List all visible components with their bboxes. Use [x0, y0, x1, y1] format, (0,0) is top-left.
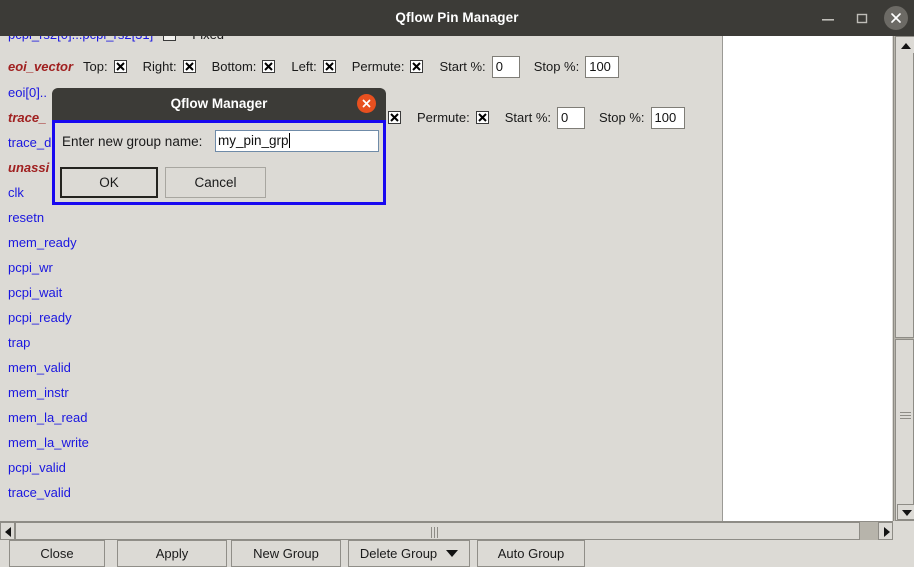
- window-title: Qflow Pin Manager: [395, 10, 519, 25]
- group-name-trace: trace_: [8, 110, 47, 125]
- list-item[interactable]: trace_valid: [8, 480, 71, 505]
- list-item[interactable]: mem_la_write: [8, 430, 89, 455]
- trace-start-percent-label: Start %:: [504, 110, 551, 125]
- group-name-prompt-label: Enter new group name:: [62, 134, 203, 149]
- pin-label-trace-d: trace_d: [8, 135, 52, 150]
- pin-row-trace-d[interactable]: trace_d: [8, 130, 51, 155]
- scroll-right-arrow-icon[interactable]: [878, 522, 893, 540]
- auto-group-button[interactable]: Auto Group: [477, 540, 585, 567]
- pin-group-name-clipped: pcpi_rs2[0]...pcpi_rs2[31]: [8, 36, 153, 42]
- right-label: Right:: [142, 59, 177, 74]
- scroll-left-arrow-icon[interactable]: [0, 522, 15, 540]
- group-name-input[interactable]: my_pin_grp: [215, 130, 379, 152]
- window-titlebar: Qflow Pin Manager: [0, 0, 914, 36]
- pin-label-resetn: resetn: [8, 210, 45, 225]
- delete-group-label: Delete Group: [359, 546, 438, 561]
- new-group-button[interactable]: New Group: [231, 540, 341, 567]
- pin-row-eoi-vector[interactable]: eoi_vector Top: Right: Bottom: Left: Per…: [8, 54, 633, 79]
- scrollbar-grip-icon: [431, 527, 438, 538]
- horizontal-scrollbar-thumb[interactable]: [15, 522, 860, 540]
- pin-row-eoi0[interactable]: eoi[0]..: [8, 80, 47, 105]
- trace-stop-percent-input[interactable]: 100: [650, 106, 685, 129]
- stop-percent-input[interactable]: 100: [585, 55, 620, 78]
- ok-button[interactable]: OK: [60, 167, 158, 198]
- vertical-scrollbar-trough-lower[interactable]: [895, 339, 914, 521]
- scroll-up-arrow-icon[interactable]: [897, 37, 914, 53]
- permute-label: Permute:: [351, 59, 405, 74]
- stop-percent-label: Stop %:: [533, 59, 580, 74]
- pin-label-pcpi-ready: pcpi_ready: [8, 310, 72, 325]
- fixed-checkbox-clipped[interactable]: [163, 36, 177, 41]
- pin-label-mem-la-read: mem_la_read: [8, 410, 88, 425]
- group-name-input-value: my_pin_grp: [218, 133, 289, 148]
- horizontal-scrollbar[interactable]: [0, 521, 893, 540]
- maximize-icon[interactable]: [852, 8, 872, 28]
- list-item[interactable]: mem_instr: [8, 380, 69, 405]
- scrollbar-grip-icon: [900, 412, 911, 419]
- close-icon[interactable]: [357, 94, 376, 113]
- list-item[interactable]: pcpi_ready: [8, 305, 72, 330]
- left-checkbox[interactable]: [322, 60, 336, 73]
- dialog-body: Enter new group name: my_pin_grp OK Canc…: [52, 120, 386, 205]
- list-item[interactable]: resetn: [8, 205, 44, 230]
- minimize-icon[interactable]: [818, 8, 838, 28]
- top-label: Top:: [83, 59, 108, 74]
- permute-checkbox[interactable]: [410, 60, 424, 73]
- trace-permute-label: Permute:: [417, 110, 470, 125]
- group-name-unassigned: unassi: [8, 160, 50, 175]
- list-item[interactable]: mem_valid: [8, 355, 71, 380]
- pin-label-eoi0: eoi[0]..: [8, 85, 48, 100]
- trace-left-checkbox[interactable]: [388, 111, 401, 124]
- chevron-down-icon: [446, 550, 459, 557]
- pin-label-pcpi-valid: pcpi_valid: [8, 460, 66, 475]
- pin-label-trace-valid: trace_valid: [8, 485, 71, 500]
- pin-label-mem-ready: mem_ready: [8, 235, 77, 250]
- list-item[interactable]: trap: [8, 330, 30, 355]
- pin-row-clipped[interactable]: pcpi_rs2[0]...pcpi_rs2[31] Fixed: [8, 36, 230, 47]
- list-item[interactable]: mem_ready: [8, 230, 77, 255]
- scroll-down-arrow-icon[interactable]: [897, 504, 914, 520]
- cancel-button[interactable]: Cancel: [165, 167, 266, 198]
- dialog-title: Qflow Manager: [170, 96, 268, 111]
- pin-row-trace-group[interactable]: trace_: [8, 105, 56, 130]
- top-checkbox[interactable]: [113, 60, 127, 73]
- left-label: Left:: [291, 59, 317, 74]
- pin-label-mem-instr: mem_instr: [8, 385, 69, 400]
- text-caret: [288, 133, 290, 148]
- new-group-dialog: Qflow Manager Enter new group name: my_p…: [52, 88, 386, 205]
- start-percent-label: Start %:: [439, 59, 486, 74]
- pin-label-pcpi-wr: pcpi_wr: [8, 260, 53, 275]
- pin-label-mem-la-write: mem_la_write: [8, 435, 89, 450]
- list-item[interactable]: pcpi_wait: [8, 280, 62, 305]
- pin-label-trap: trap: [8, 335, 31, 350]
- vertical-scrollbar-thumb[interactable]: [895, 36, 914, 338]
- right-white-panel: [722, 36, 892, 521]
- start-percent-input[interactable]: 0: [491, 55, 520, 78]
- pin-label-mem-valid: mem_valid: [8, 360, 71, 375]
- pin-row-trace-group-fields[interactable]: Permute: Start %: 0 Stop %: 100: [388, 105, 699, 130]
- close-icon[interactable]: [884, 6, 908, 30]
- trace-start-percent-input[interactable]: 0: [557, 106, 585, 129]
- list-item[interactable]: pcpi_wr: [8, 255, 53, 280]
- bottom-checkbox[interactable]: [262, 60, 276, 73]
- group-name-eoi-vector: eoi_vector: [8, 59, 74, 74]
- vertical-scrollbar[interactable]: [893, 36, 914, 521]
- apply-button[interactable]: Apply: [117, 540, 227, 567]
- pin-label-clk: clk: [8, 185, 24, 200]
- trace-stop-percent-label: Stop %:: [599, 110, 645, 125]
- qflow-pin-manager-window: Qflow Pin Manager pcpi_rs2[0]...pcpi_rs2…: [0, 0, 914, 567]
- list-item[interactable]: mem_la_read: [8, 405, 88, 430]
- list-item[interactable]: clk: [8, 180, 24, 205]
- pin-label-pcpi-wait: pcpi_wait: [8, 285, 63, 300]
- dialog-titlebar: Qflow Manager: [52, 88, 386, 120]
- right-checkbox[interactable]: [182, 60, 196, 73]
- fixed-label-clipped: Fixed: [192, 36, 224, 42]
- bottom-label: Bottom:: [211, 59, 257, 74]
- delete-group-button[interactable]: Delete Group: [348, 540, 470, 567]
- close-button[interactable]: Close: [9, 540, 105, 567]
- trace-permute-checkbox[interactable]: [475, 111, 489, 124]
- list-item[interactable]: pcpi_valid: [8, 455, 66, 480]
- bottom-toolbar: Close Apply New Group Delete Group Auto …: [0, 540, 914, 567]
